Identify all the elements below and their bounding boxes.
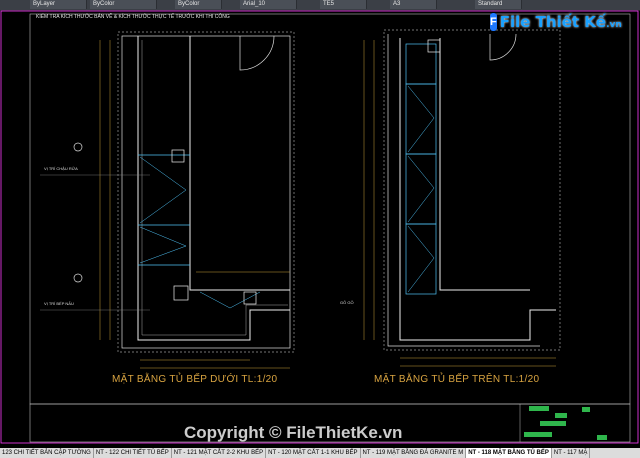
layout-tab[interactable]: NT - 120 MẶT CẮT 1-1 KHU BẾP [266, 448, 361, 458]
layout-tab[interactable]: NT - 121 MẶT CẮT 2-2 KHU BẾP [172, 448, 267, 458]
drawing-canvas[interactable]: VỊ TRÍ CHẬU RỬA VỊ TRÍ BẾP NẤU GỖ GỖ MẶT… [0, 10, 640, 448]
logo-icon: F [490, 13, 497, 31]
layout-tab-active[interactable]: NT - 118 MẶT BẰNG TỦ BẾP [466, 448, 552, 458]
copyright-watermark: Copyright © FileThietKe.vn [184, 423, 403, 442]
label-stove-position: VỊ TRÍ BẾP NẤU [44, 301, 74, 306]
dimstyle-dropdown[interactable]: TE5 [320, 0, 367, 9]
drawing-border [29, 13, 631, 405]
plan-upper-cabinets [363, 29, 561, 367]
title-block-mark [555, 413, 567, 418]
layer-dropdown[interactable]: ByLayer [30, 0, 87, 9]
tablestyle-dropdown[interactable]: Standard [475, 0, 522, 9]
title-upper-cabinet-plan: MẶT BẰNG TỦ BẾP TRÊN TL:1/20 [374, 374, 540, 385]
sheet-frame [0, 10, 639, 444]
label-wood: GỖ GỖ [340, 300, 354, 305]
cad-drawing [0, 10, 639, 444]
layout-tab[interactable]: 123 CHI TIẾT BẢN CẬP TƯỜNG [0, 448, 94, 458]
plotstyle-dropdown[interactable]: A3 [390, 0, 437, 9]
title-block-mark [529, 406, 549, 411]
layout-tab[interactable]: NT - 119 MẶT BẰNG ĐÁ GRANITE M [361, 448, 467, 458]
title-block-mark [540, 421, 566, 426]
linetype-dropdown[interactable]: ByColor [175, 0, 222, 9]
color-dropdown[interactable]: ByColor [90, 0, 157, 9]
logo-text: File Thiết Kế.vn [499, 13, 622, 31]
label-sink-position: VỊ TRÍ CHẬU RỬA [44, 166, 78, 171]
layout-tab[interactable]: NT - 117 MẶ [552, 448, 591, 458]
title-lower-cabinet-plan: MẶT BẰNG TỦ BẾP DƯỚI TL:1/20 [112, 374, 278, 385]
textstyle-dropdown[interactable]: Arial_10 [240, 0, 297, 9]
title-block-mark [597, 435, 607, 440]
site-logo: F File Thiết Kế.vn [490, 10, 622, 34]
check-dimensions-note: KIỂM TRA KÍCH THƯỚC BẢN VẼ & KÍCH THƯỚC … [36, 14, 230, 20]
title-block-mark [582, 407, 590, 412]
title-block-mark [524, 432, 552, 437]
layout-tab-bar: 123 CHI TIẾT BẢN CẬP TƯỜNG NT - 122 CHI … [0, 448, 640, 458]
plan-lower-cabinets [40, 31, 295, 369]
layout-tab[interactable]: NT - 122 CHI TIẾT TỦ BẾP [94, 448, 172, 458]
